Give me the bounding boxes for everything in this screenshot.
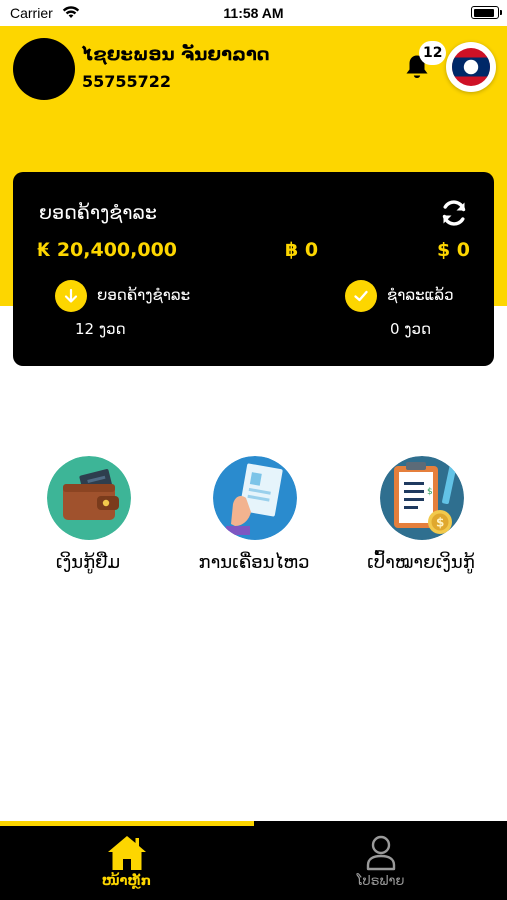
paid-label: ຊຳລະແລ້ວ [387, 286, 454, 304]
tab-profile-label: ໂປຣຟາຍ [356, 874, 405, 889]
language-switcher[interactable] [446, 42, 496, 92]
menu-label-loan: ເງິນກູ້ຢືມ [55, 552, 121, 573]
user-icon [366, 835, 396, 871]
clipboard-coin-icon: $ $ [380, 456, 464, 540]
document-hand-icon [213, 456, 297, 540]
menu-item-loan-goal[interactable]: $ $ ເປົ້າໝາຍເງິນກູ້ [346, 456, 496, 586]
amount-baht: ฿ 0 [285, 239, 319, 261]
pending-label: ຍອດຄ້າງຊຳລະ [97, 286, 191, 304]
menu-label-loan-goal: ເປົ້າໝາຍເງິນກູ້ [367, 552, 475, 573]
refresh-icon[interactable] [439, 198, 469, 228]
amount-usd: $ 0 [436, 239, 470, 261]
clock-label: 11:58 AM [223, 5, 284, 21]
menu-item-loan[interactable]: ເງິນກູ້ຢືມ [13, 456, 163, 586]
amount-kip: ₭ 20,400,000 [37, 239, 178, 261]
menu-item-activity[interactable]: ການເຄື່ອນໄຫວ [179, 456, 329, 586]
paid-count: 0 ງວດ [390, 320, 432, 338]
menu-label-activity: ການເຄື່ອນໄຫວ [198, 552, 310, 573]
svg-text:$: $ [427, 487, 433, 497]
check-icon [345, 280, 377, 312]
laos-flag-icon [452, 48, 490, 86]
balance-card: ຍອດຄ້າງຊຳລະ ₭ 20,400,000 ฿ 0 $ 0 ຍອດຄ້າງ… [13, 172, 494, 366]
battery-level [473, 8, 494, 17]
user-name: ໄຊຍະພອນ ຈັນຍາລາດ [82, 44, 270, 65]
home-icon [108, 836, 146, 870]
wallet-icon [47, 456, 131, 540]
status-bar: Carrier 11:58 AM [0, 0, 507, 26]
tab-profile[interactable]: ໂປຣຟາຍ [254, 826, 507, 900]
tab-bar: ໜ້າຫຼັກ ໂປຣຟາຍ [0, 821, 507, 900]
arrow-down-icon [55, 280, 87, 312]
pending-count: 12 ງວດ [75, 320, 126, 338]
tab-home[interactable]: ໜ້າຫຼັກ [0, 826, 253, 900]
svg-text:$: $ [436, 516, 444, 530]
tab-home-label: ໜ້າຫຼັກ [101, 874, 152, 889]
notification-badge: 12 [419, 41, 447, 65]
user-phone: 55755722 [82, 72, 172, 91]
avatar[interactable] [13, 38, 75, 100]
battery-icon [471, 6, 502, 19]
balance-title: ຍອດຄ້າງຊຳລະ [39, 202, 157, 224]
